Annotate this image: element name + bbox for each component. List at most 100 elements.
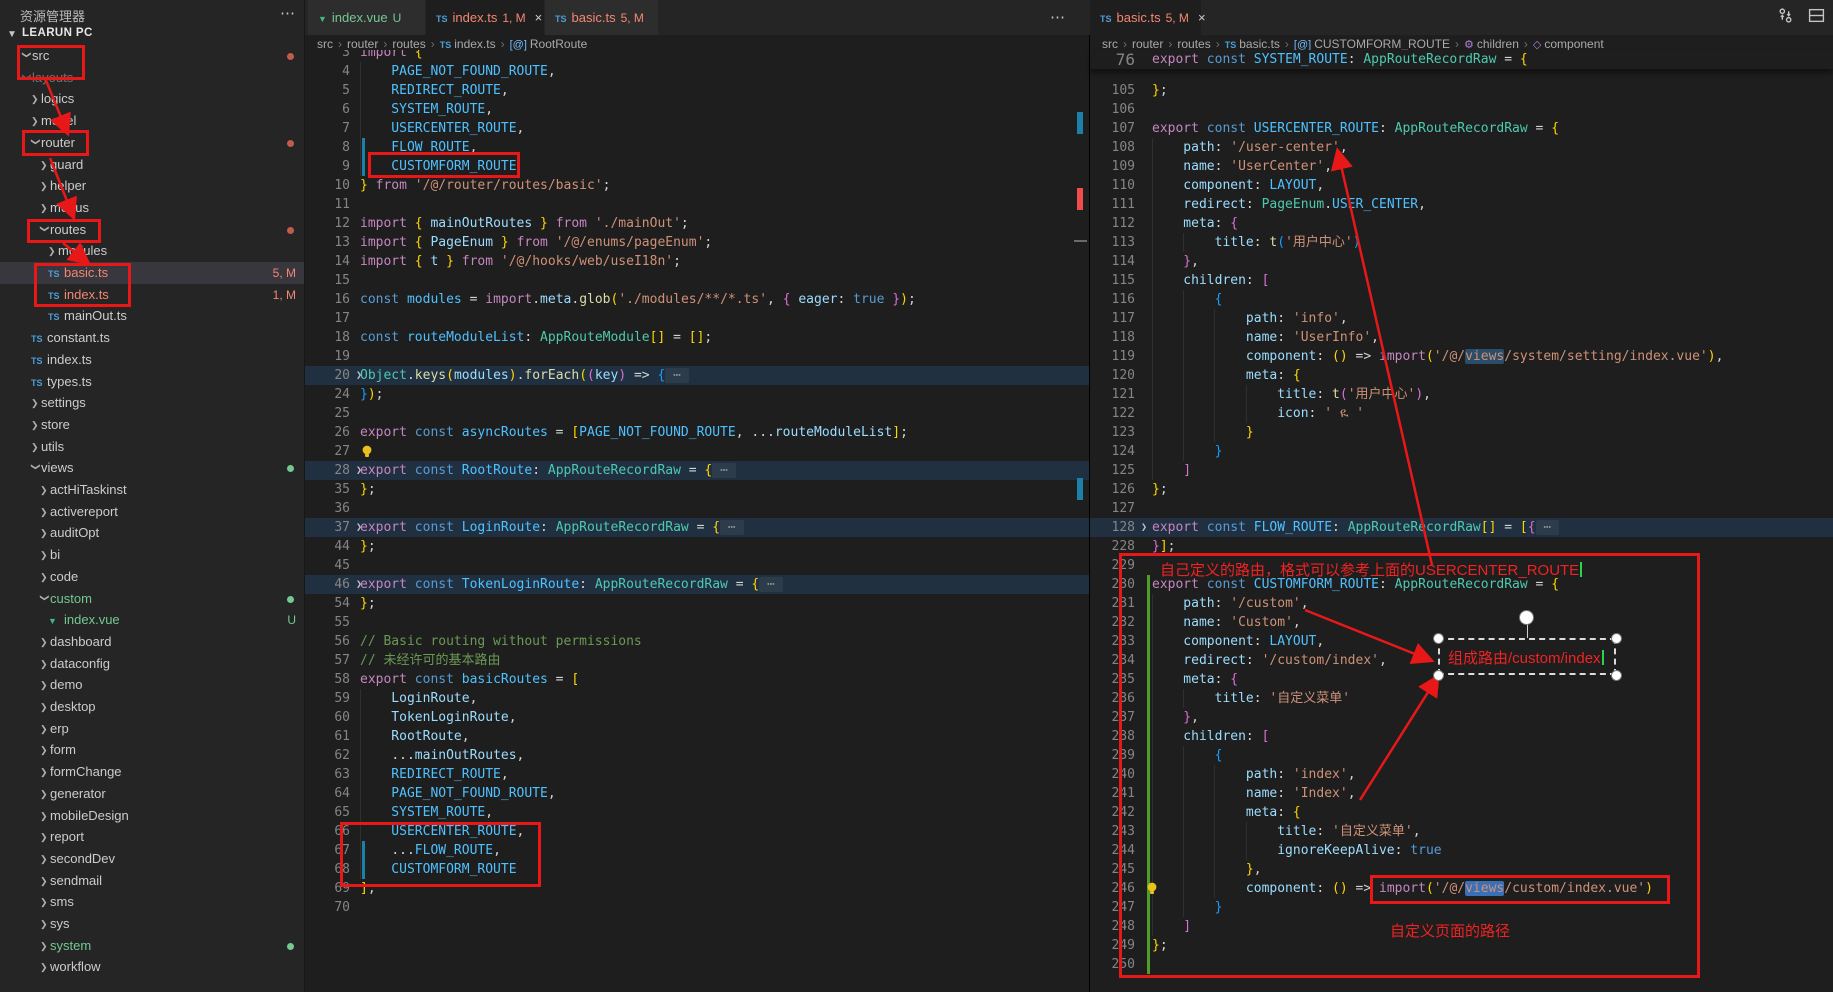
close-icon[interactable]: × — [535, 10, 543, 25]
tree-item-index-ts[interactable]: TSindex.ts — [0, 349, 304, 371]
code-line-60[interactable]: 60 TokenLoginRoute, — [305, 708, 1089, 727]
explorer-section-header[interactable]: LEARUN PC — [22, 27, 93, 39]
tree-item-model[interactable]: ❯model — [0, 110, 304, 132]
code-line-62[interactable]: 62 ...mainOutRoutes, — [305, 746, 1089, 765]
tree-item-guard[interactable]: ❯guard — [0, 154, 304, 176]
tree-item-bi[interactable]: ❯bi — [0, 544, 304, 566]
code-line-54[interactable]: 54}; — [305, 594, 1089, 613]
tree-item-mobileDesign[interactable]: ❯mobileDesign — [0, 805, 304, 827]
breadcrumb-item[interactable]: router — [1132, 37, 1163, 51]
tree-item-form[interactable]: ❯form — [0, 739, 304, 761]
resize-handle[interactable] — [1433, 670, 1444, 681]
code-line-5[interactable]: 5 REDIRECT_ROUTE, — [305, 81, 1089, 100]
code-line-65[interactable]: 65 SYSTEM_ROUTE, — [305, 803, 1089, 822]
code-line-61[interactable]: 61 RootRoute, — [305, 727, 1089, 746]
code-line-124[interactable]: 124 } — [1090, 442, 1833, 461]
breadcrumb-item[interactable]: routes — [392, 37, 425, 51]
code-line-105[interactable]: 105}; — [1090, 81, 1833, 100]
code-line-111[interactable]: 111 redirect: PageEnum.USER_CENTER, — [1090, 195, 1833, 214]
code-line-122[interactable]: 122 icon: ' ዪ ' — [1090, 404, 1833, 423]
open-changes-icon[interactable] — [1777, 7, 1794, 24]
code-line-108[interactable]: 108 path: '/user-center', — [1090, 138, 1833, 157]
resize-handle[interactable] — [1433, 633, 1444, 644]
breadcrumb-item[interactable]: src — [317, 37, 333, 51]
code-line-35[interactable]: 35}; — [305, 480, 1089, 499]
code-line-70[interactable]: 70 — [305, 898, 1089, 917]
code-line-114[interactable]: 114 }, — [1090, 252, 1833, 271]
tab-basic-ts[interactable]: TSbasic.ts5, M× — [1090, 0, 1202, 35]
code-line-64[interactable]: 64 PAGE_NOT_FOUND_ROUTE, — [305, 784, 1089, 803]
lightbulb-icon[interactable] — [360, 444, 374, 464]
tree-item-mainOut-ts[interactable]: TSmainOut.ts — [0, 305, 304, 327]
tab-index-ts[interactable]: TSindex.ts1, M× — [426, 0, 545, 35]
code-line-107[interactable]: 107export const USERCENTER_ROUTE: AppRou… — [1090, 119, 1833, 138]
code-line-13[interactable]: 13import { PageEnum } from '/@/enums/pag… — [305, 233, 1089, 252]
tree-item-generator[interactable]: ❯generator — [0, 783, 304, 805]
tree-item-utils[interactable]: ❯utils — [0, 436, 304, 458]
code-line-56[interactable]: 56// Basic routing without permissions — [305, 632, 1089, 651]
tree-item-views[interactable]: ❯views — [0, 457, 304, 479]
code-line-106[interactable]: 106 — [1090, 100, 1833, 119]
breadcrumb-item[interactable]: router — [347, 37, 378, 51]
code-line-28[interactable]: 28❯export const RootRoute: AppRouteRecor… — [305, 461, 1089, 480]
tree-item-constant-ts[interactable]: TSconstant.ts — [0, 327, 304, 349]
tree-item-auditOpt[interactable]: ❯auditOpt — [0, 522, 304, 544]
code-line-11[interactable]: 11 — [305, 195, 1089, 214]
tree-item-dashboard[interactable]: ❯dashboard — [0, 631, 304, 653]
code-line-45[interactable]: 45 — [305, 556, 1089, 575]
breadcrumb-item[interactable]: [@]CUSTOMFORM_ROUTE — [1294, 37, 1450, 51]
code-line-27[interactable]: 27 — [305, 442, 1089, 461]
tree-item-types-ts[interactable]: TStypes.ts — [0, 371, 304, 393]
code-line-125[interactable]: 125 ] — [1090, 461, 1833, 480]
breadcrumb-item[interactable]: ⚙children — [1464, 37, 1519, 51]
sticky-scroll-line[interactable]: 76export const SYSTEM_ROUTE: AppRouteRec… — [1090, 50, 1833, 69]
code-line-7[interactable]: 7 USERCENTER_ROUTE, — [305, 119, 1089, 138]
code-line-4[interactable]: 4 PAGE_NOT_FOUND_ROUTE, — [305, 62, 1089, 81]
code-line-24[interactable]: 24}); — [305, 385, 1089, 404]
code-line-18[interactable]: 18const routeModuleList: AppRouteModule[… — [305, 328, 1089, 347]
tree-item-code[interactable]: ❯code — [0, 566, 304, 588]
editor-actions-more-icon[interactable]: ⋯ — [1050, 8, 1066, 26]
tree-item-erp[interactable]: ❯erp — [0, 718, 304, 740]
code-line-115[interactable]: 115 children: [ — [1090, 271, 1833, 290]
tree-item-modules[interactable]: ❯modules — [0, 240, 304, 262]
code-line-119[interactable]: 119 component: () => import('/@/views/sy… — [1090, 347, 1833, 366]
breadcrumb-item[interactable]: routes — [1177, 37, 1210, 51]
code-line-10[interactable]: 10} from '/@/router/routes/basic'; — [305, 176, 1089, 195]
code-line-17[interactable]: 17 — [305, 309, 1089, 328]
tree-item-store[interactable]: ❯store — [0, 414, 304, 436]
tree-item-report[interactable]: ❯report — [0, 826, 304, 848]
code-line-63[interactable]: 63 REDIRECT_ROUTE, — [305, 765, 1089, 784]
code-line-117[interactable]: 117 path: 'info', — [1090, 309, 1833, 328]
tree-item-custom[interactable]: ❯custom — [0, 588, 304, 610]
tree-item-sys[interactable]: ❯sys — [0, 913, 304, 935]
tree-item-settings[interactable]: ❯settings — [0, 392, 304, 414]
code-line-116[interactable]: 116 { — [1090, 290, 1833, 309]
tree-item-secondDev[interactable]: ❯secondDev — [0, 848, 304, 870]
code-line-121[interactable]: 121 title: t('用户中心'), — [1090, 385, 1833, 404]
breadcrumb-item[interactable]: ◇component — [1533, 37, 1604, 51]
split-editor-icon[interactable] — [1808, 7, 1825, 24]
code-line-3[interactable]: 3import { — [305, 50, 1089, 62]
code-line-6[interactable]: 6 SYSTEM_ROUTE, — [305, 100, 1089, 119]
breadcrumb-item[interactable]: src — [1102, 37, 1118, 51]
tree-item-system[interactable]: ❯system — [0, 935, 304, 957]
code-line-19[interactable]: 19 — [305, 347, 1089, 366]
tree-item-activereport[interactable]: ❯activereport — [0, 501, 304, 523]
tree-item-menus[interactable]: ❯menus — [0, 197, 304, 219]
code-line-112[interactable]: 112 meta: { — [1090, 214, 1833, 233]
code-line-44[interactable]: 44}; — [305, 537, 1089, 556]
breadcrumb-item[interactable]: TSbasic.ts — [1225, 37, 1280, 51]
scrollbar-slider[interactable] — [1074, 240, 1087, 242]
code-line-110[interactable]: 110 component: LAYOUT, — [1090, 176, 1833, 195]
tab-basic-ts[interactable]: TSbasic.ts5, M — [545, 0, 659, 35]
tree-item-sendmail[interactable]: ❯sendmail — [0, 870, 304, 892]
code-line-26[interactable]: 26export const asyncRoutes = [PAGE_NOT_F… — [305, 423, 1089, 442]
code-line-113[interactable]: 113 title: t('用户中心') — [1090, 233, 1833, 252]
code-line-20[interactable]: 20❯Object.keys(modules).forEach((key) =>… — [305, 366, 1089, 385]
code-line-120[interactable]: 120 meta: { — [1090, 366, 1833, 385]
code-line-126[interactable]: 126}; — [1090, 480, 1833, 499]
tree-item-desktop[interactable]: ❯desktop — [0, 696, 304, 718]
tree-item-sms[interactable]: ❯sms — [0, 891, 304, 913]
code-line-109[interactable]: 109 name: 'UserCenter', — [1090, 157, 1833, 176]
